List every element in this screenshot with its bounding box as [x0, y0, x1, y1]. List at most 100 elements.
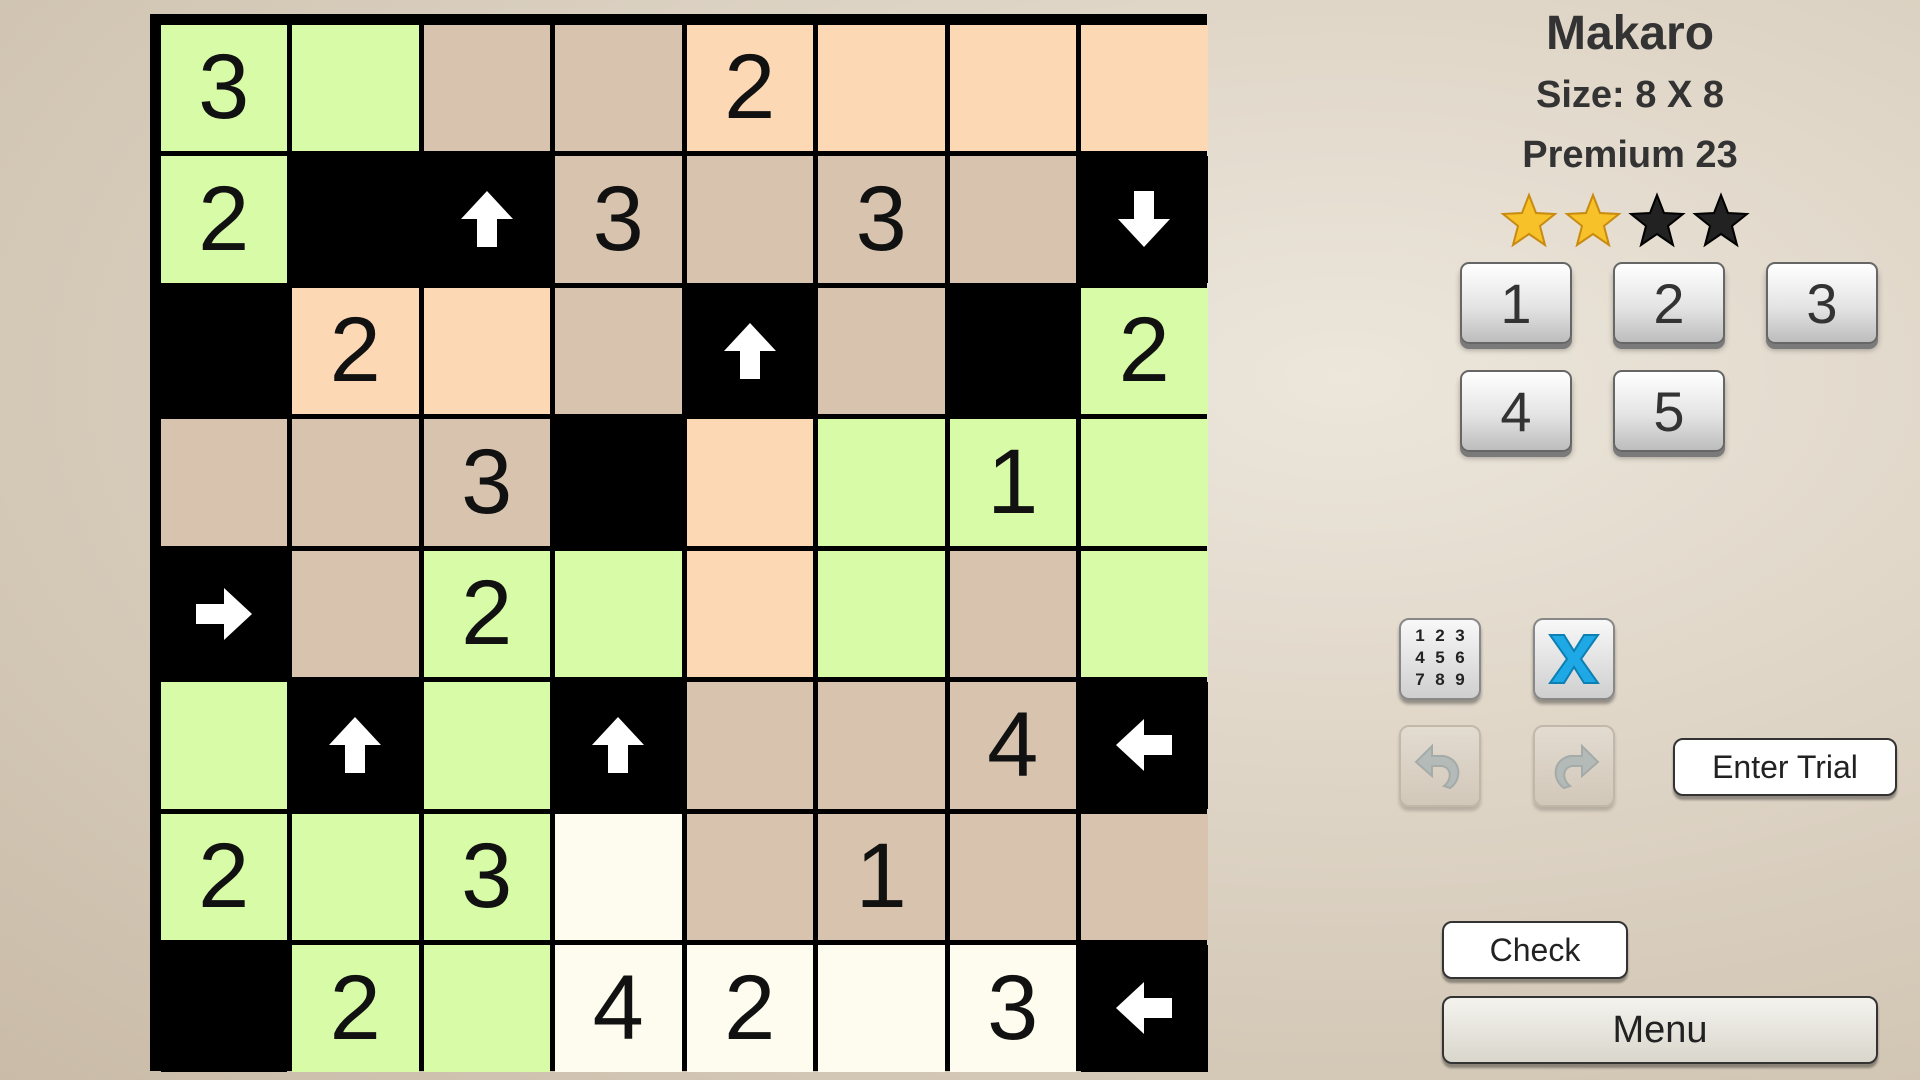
board-cell[interactable] — [292, 813, 419, 940]
clear-button[interactable] — [1533, 618, 1615, 700]
board-cell[interactable] — [818, 287, 945, 414]
undo-button[interactable] — [1399, 725, 1481, 807]
arrow-cell — [292, 682, 419, 809]
board-cell[interactable]: 2 — [160, 156, 287, 283]
number-key-5[interactable]: 5 — [1613, 370, 1725, 452]
cell-value: 2 — [329, 956, 381, 1059]
memo-digit: 5 — [1435, 648, 1445, 667]
cell-value: 2 — [1118, 299, 1170, 402]
cell-value: 1 — [855, 825, 907, 928]
board-cell[interactable]: 2 — [423, 550, 550, 677]
board-cell[interactable]: 2 — [160, 813, 287, 940]
arrow-cell — [160, 550, 287, 677]
cell-value: 2 — [329, 299, 381, 402]
board-cell[interactable]: 4 — [949, 682, 1076, 809]
arrow-right-icon — [195, 587, 252, 640]
memo-digit: 3 — [1455, 626, 1465, 645]
board-cell[interactable]: 1 — [818, 813, 945, 940]
memo-digit: 7 — [1415, 670, 1425, 689]
board-cell[interactable]: 2 — [686, 24, 813, 151]
board-cell[interactable] — [818, 550, 945, 677]
memo-digit: 2 — [1435, 626, 1445, 645]
cell-value: 2 — [461, 562, 513, 665]
board-cell[interactable] — [423, 24, 550, 151]
memo-digit: 9 — [1455, 670, 1465, 689]
blocked-cell — [292, 156, 419, 283]
cell-value: 2 — [724, 36, 776, 139]
board-cell[interactable]: 4 — [555, 945, 682, 1072]
board-cell[interactable]: 2 — [1081, 287, 1208, 414]
board-cell[interactable]: 2 — [686, 945, 813, 1072]
board-cell[interactable] — [292, 550, 419, 677]
blocked-cell — [160, 287, 287, 414]
board-cell[interactable] — [818, 682, 945, 809]
board-cell[interactable] — [1081, 813, 1208, 940]
star-empty-icon — [1692, 192, 1750, 248]
cell-value: 3 — [592, 167, 644, 270]
arrow-up-icon — [723, 322, 776, 379]
board-cell[interactable]: 1 — [949, 419, 1076, 546]
board-cell[interactable]: 3 — [423, 419, 550, 546]
memo-digit: 4 — [1415, 648, 1425, 667]
board-cell[interactable] — [818, 24, 945, 151]
redo-button[interactable] — [1533, 725, 1615, 807]
board-cell[interactable] — [292, 24, 419, 151]
board-cell[interactable]: 3 — [818, 156, 945, 283]
undo-arrow-icon — [1414, 743, 1460, 790]
board-cell[interactable] — [555, 287, 682, 414]
board-cell[interactable] — [1081, 24, 1208, 151]
board-cell[interactable] — [686, 682, 813, 809]
board-cell[interactable] — [160, 419, 287, 546]
menu-button[interactable]: Menu — [1442, 996, 1878, 1064]
board-cell[interactable]: 3 — [423, 813, 550, 940]
board-cell[interactable] — [423, 945, 550, 1072]
board-cell[interactable]: 3 — [555, 156, 682, 283]
number-key-4[interactable]: 4 — [1460, 370, 1572, 452]
board-cell[interactable] — [555, 550, 682, 677]
board-cell[interactable] — [818, 419, 945, 546]
arrow-cell — [1081, 682, 1208, 809]
arrow-cell — [1081, 945, 1208, 1072]
board-cell[interactable] — [423, 682, 550, 809]
board-cell[interactable] — [949, 813, 1076, 940]
board-cell[interactable] — [555, 813, 682, 940]
board-cell[interactable] — [292, 419, 419, 546]
number-key-1[interactable]: 1 — [1460, 262, 1572, 344]
board-cell[interactable] — [686, 550, 813, 677]
board-cell[interactable] — [949, 24, 1076, 151]
board-cell[interactable] — [1081, 419, 1208, 546]
cell-value: 2 — [198, 167, 250, 270]
memo-digit: 8 — [1435, 670, 1445, 689]
cell-value: 2 — [724, 956, 776, 1059]
memo-digit: 6 — [1455, 648, 1465, 667]
board-cell[interactable] — [555, 24, 682, 151]
difficulty-stars — [1500, 192, 1770, 252]
check-button[interactable]: Check — [1442, 921, 1628, 979]
board-cell[interactable] — [686, 419, 813, 546]
board-cell[interactable] — [686, 813, 813, 940]
board-cell[interactable] — [686, 156, 813, 283]
board-cell[interactable] — [160, 682, 287, 809]
memo-button[interactable]: 123 456 789 — [1399, 618, 1481, 700]
board-cell[interactable]: 2 — [292, 287, 419, 414]
puzzle-level: Premium 23 — [1522, 134, 1738, 176]
arrow-cell — [423, 156, 550, 283]
number-key-2[interactable]: 2 — [1613, 262, 1725, 344]
cell-value: 1 — [987, 430, 1039, 533]
blocked-cell — [949, 287, 1076, 414]
arrow-up-icon — [592, 717, 645, 774]
board-cell[interactable] — [949, 156, 1076, 283]
board-cell[interactable] — [818, 945, 945, 1072]
board-cell[interactable] — [423, 287, 550, 414]
cell-value: 3 — [461, 825, 513, 928]
board-cell[interactable] — [949, 550, 1076, 677]
board-cell[interactable]: 2 — [292, 945, 419, 1072]
board-cell[interactable] — [1081, 550, 1208, 677]
enter-trial-button[interactable]: Enter Trial — [1673, 738, 1897, 796]
number-key-3[interactable]: 3 — [1766, 262, 1878, 344]
puzzle-title: Makaro — [1545, 7, 1715, 60]
arrow-cell — [555, 682, 682, 809]
board-cell[interactable]: 3 — [949, 945, 1076, 1072]
arrow-left-icon — [1116, 719, 1173, 772]
board-cell[interactable]: 3 — [160, 24, 287, 151]
